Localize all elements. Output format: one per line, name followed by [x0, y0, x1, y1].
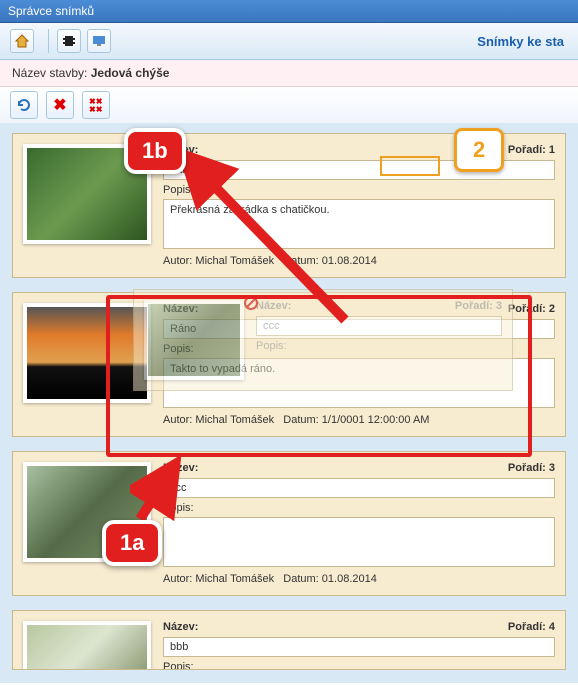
- order-value: 2: [549, 303, 555, 315]
- delete-button[interactable]: ✖: [46, 91, 74, 119]
- name-label: Název:: [163, 462, 198, 474]
- thumbnail[interactable]: [23, 303, 151, 403]
- name-label: Název:: [163, 144, 198, 156]
- content-area: Název: Pořadí: 1 aaa Popis: Překrásná za…: [0, 123, 578, 683]
- desc-input[interactable]: [163, 517, 555, 567]
- subtitle-bar: Název stavby: Jedová chýše: [0, 60, 578, 87]
- item-meta: Autor: Michal Tomášek Datum: 1/1/0001 12…: [163, 414, 555, 426]
- name-input[interactable]: bbb: [163, 637, 555, 657]
- order-label: Pořadí:: [508, 621, 546, 633]
- action-bar: ✖ ✖✖ ✖✖: [0, 87, 578, 123]
- thumbnail[interactable]: [23, 621, 151, 670]
- desc-label: Popis:: [163, 661, 555, 670]
- desc-label: Popis:: [163, 502, 555, 514]
- image-item[interactable]: Název: Pořadí: 3 ccc Popis: Autor: Micha…: [12, 451, 566, 596]
- order-label: Pořadí:: [508, 144, 546, 156]
- refresh-button[interactable]: [10, 91, 38, 119]
- image-item[interactable]: Název: Pořadí: 2 Ráno Popis: Takto to vy…: [12, 292, 566, 437]
- subtitle-label: Název stavby:: [12, 66, 87, 80]
- thumbnail: [144, 300, 244, 380]
- home-button[interactable]: [10, 29, 34, 53]
- item-meta: Autor: Michal Tomášek Datum: 01.08.2014: [163, 255, 555, 267]
- item-fields: Název: Pořadí: 3 ccc Popis: Autor: Micha…: [163, 462, 555, 585]
- order-value: 3: [549, 462, 555, 474]
- name-input[interactable]: aaa: [163, 160, 555, 180]
- image-item[interactable]: Název: Pořadí: 1 aaa Popis: Překrásná za…: [12, 133, 566, 278]
- name-input[interactable]: ccc: [163, 478, 555, 498]
- item-meta: Autor: Michal Tomášek Datum: 01.08.2014: [163, 573, 555, 585]
- film-button[interactable]: [57, 29, 81, 53]
- desc-label: Popis:: [163, 184, 555, 196]
- thumbnail[interactable]: [23, 462, 151, 562]
- drag-ghost: Název: Pořadí: 3 ccc Popis:: [133, 289, 513, 391]
- order-label: Pořadí:: [508, 462, 546, 474]
- item-fields: Název: Pořadí: 1 aaa Popis: Překrásná za…: [163, 144, 555, 267]
- toolbar-separator: [48, 29, 49, 53]
- item-fields: Název: Pořadí: 4 bbb Popis:: [163, 621, 555, 659]
- subtitle-value: Jedová chýše: [91, 66, 170, 80]
- window-titlebar: Správce snímků: [0, 0, 578, 23]
- window-title: Správce snímků: [8, 4, 94, 18]
- order-value: 4: [549, 621, 555, 633]
- desc-input[interactable]: Překrásná zahrádka s chatičkou.: [163, 199, 555, 249]
- svg-text:✖✖: ✖✖: [89, 105, 103, 114]
- image-item[interactable]: Název: Pořadí: 4 bbb Popis:: [12, 610, 566, 670]
- right-link[interactable]: Snímky ke sta: [477, 34, 568, 49]
- name-label: Název:: [163, 621, 198, 633]
- thumbnail[interactable]: [23, 144, 151, 244]
- order-value: 1: [549, 144, 555, 156]
- delete-all-button[interactable]: ✖✖ ✖✖: [82, 91, 110, 119]
- screen-button[interactable]: [87, 29, 111, 53]
- order-label: Pořadí:: [508, 303, 546, 315]
- toolbar: Snímky ke sta: [0, 23, 578, 60]
